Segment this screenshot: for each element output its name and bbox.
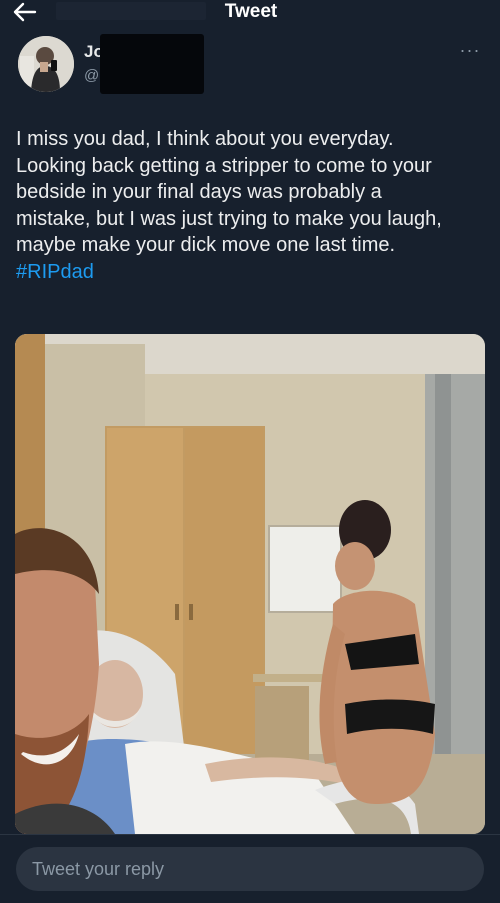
top-bar: Tweet <box>0 0 500 26</box>
redacted-name-block <box>100 34 204 94</box>
avatar-photo <box>18 36 74 92</box>
tweet-line: mistake, but I was just trying to make y… <box>16 207 442 230</box>
more-options-button[interactable]: ··· <box>456 40 484 60</box>
tweet-line: I miss you dad, I think about you everyd… <box>16 128 394 150</box>
hospital-room-photo <box>15 334 485 834</box>
tweet-line: maybe make your dick move one last time. <box>16 234 396 257</box>
tweet-line: Looking back getting a stripper to come … <box>16 154 432 177</box>
tweet-text: I miss you dad, I think about you everyd… <box>16 126 490 286</box>
author-handle: @ <box>84 67 100 84</box>
hashtag-link[interactable]: #RIPdad <box>16 259 94 286</box>
more-horizontal-icon: ··· <box>459 39 481 60</box>
tweet-photo[interactable] <box>15 334 485 834</box>
page-title: Tweet <box>224 1 278 22</box>
reply-input[interactable] <box>16 847 484 891</box>
tweet-line: bedside in your final days was probably … <box>16 181 382 204</box>
avatar[interactable] <box>18 36 74 92</box>
tweet-screen: Tweet Jo @ ··· I miss you dad, I think a… <box>0 0 500 903</box>
reply-bar <box>0 834 500 903</box>
